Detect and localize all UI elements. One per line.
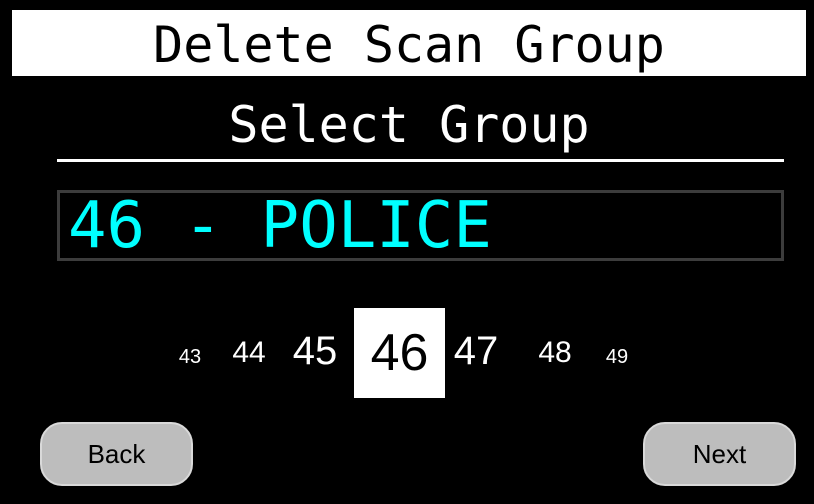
picker-number-46-current[interactable]: 46 (354, 308, 445, 398)
picker-number-47[interactable]: 47 (448, 328, 504, 374)
picker-number-49[interactable]: 49 (600, 342, 634, 372)
picker-number-44[interactable]: 44 (226, 335, 272, 371)
subtitle: Select Group (228, 96, 590, 154)
page-title: Delete Scan Group (12, 10, 806, 76)
picker-number-48[interactable]: 48 (532, 335, 578, 371)
picker-number-45[interactable]: 45 (286, 328, 344, 374)
divider (57, 159, 784, 162)
next-button[interactable]: Next (643, 422, 796, 486)
selected-group-display: 46 - POLICE (57, 190, 784, 261)
back-button[interactable]: Back (40, 422, 193, 486)
group-number-picker[interactable]: 43 44 45 46 47 48 49 (0, 308, 814, 398)
picker-number-43[interactable]: 43 (172, 342, 208, 372)
